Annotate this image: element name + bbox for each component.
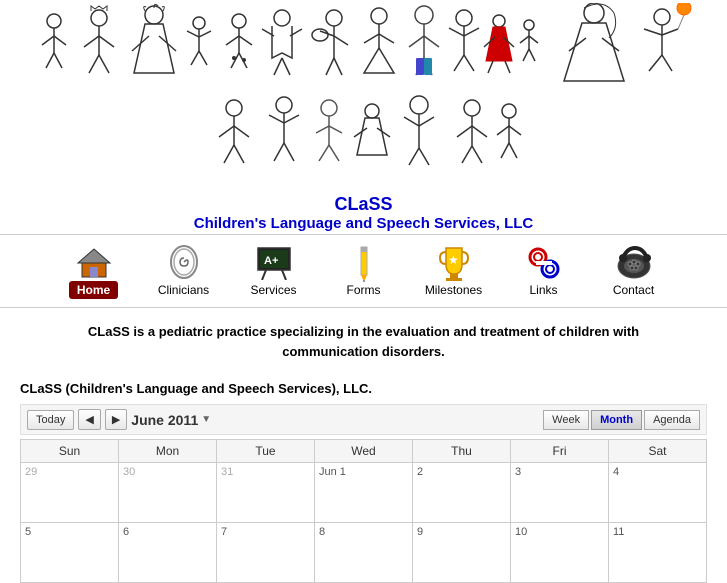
agenda-view-button[interactable]: Agenda: [644, 410, 700, 430]
week-view-button[interactable]: Week: [543, 410, 589, 430]
site-subtitle: Children's Language and Speech Services,…: [0, 215, 727, 232]
day-number: 10: [515, 526, 527, 538]
cal-left-controls: Today ◀ ▶ June 2011 ▼: [27, 409, 211, 430]
services-icon: A+: [256, 245, 292, 281]
table-cell[interactable]: 31: [217, 463, 315, 523]
nav-services-label[interactable]: Services: [250, 283, 296, 297]
cal-right-controls: Week Month Agenda: [543, 410, 700, 430]
day-number: 6: [123, 526, 129, 538]
table-cell[interactable]: 5: [21, 523, 119, 583]
figures-row1: [0, 0, 727, 90]
month-view-button[interactable]: Month: [591, 410, 642, 430]
calendar-title: CLaSS (Children's Language and Speech Se…: [20, 381, 707, 396]
figures-svg-row2: [204, 93, 524, 168]
day-number: Jun 1: [319, 466, 346, 478]
milestones-icon: ★: [436, 245, 472, 281]
site-name: CLaSS: [0, 194, 727, 215]
month-year-text: June 2011: [131, 412, 198, 428]
day-number: 31: [221, 466, 233, 478]
col-sat: Sat: [609, 440, 707, 463]
table-cell[interactable]: 2: [413, 463, 511, 523]
calendar-table: Sun Mon Tue Wed Thu Fri Sat 29 30 31 Jun…: [20, 439, 707, 583]
links-icon: [526, 245, 562, 281]
nav-item-contact[interactable]: Contact: [589, 241, 679, 301]
table-cell[interactable]: 7: [217, 523, 315, 583]
nav-home-label[interactable]: Home: [69, 283, 118, 297]
svg-text:★: ★: [448, 253, 459, 267]
table-cell[interactable]: 4: [609, 463, 707, 523]
month-dropdown-arrow[interactable]: ▼: [201, 414, 211, 425]
nav-item-forms[interactable]: Forms: [319, 241, 409, 301]
nav-item-links[interactable]: Links: [499, 241, 589, 301]
nav-forms-label[interactable]: Forms: [347, 283, 381, 297]
col-fri: Fri: [511, 440, 609, 463]
description-content: CLaSS is a pediatric practice specializi…: [88, 324, 639, 359]
table-row: 5 6 7 8 9 10 11: [21, 523, 707, 583]
svg-text:A+: A+: [264, 255, 278, 267]
nav-item-milestones[interactable]: ★ Milestones: [409, 241, 499, 301]
table-cell[interactable]: 30: [119, 463, 217, 523]
description-text: CLaSS is a pediatric practice specializi…: [0, 308, 727, 375]
table-cell[interactable]: 3: [511, 463, 609, 523]
calendar-header-row: Sun Mon Tue Wed Thu Fri Sat: [21, 440, 707, 463]
day-number: 8: [319, 526, 325, 538]
home-icon: [76, 245, 112, 281]
navigation-bar: Home Clinicians A+: [0, 234, 727, 308]
table-cell[interactable]: 29: [21, 463, 119, 523]
clinicians-icon: [166, 245, 202, 281]
calendar-section: CLaSS (Children's Language and Speech Se…: [0, 375, 727, 583]
today-button[interactable]: Today: [27, 410, 74, 430]
nav-clinicians-label[interactable]: Clinicians: [158, 283, 209, 297]
table-cell[interactable]: 9: [413, 523, 511, 583]
home-badge[interactable]: Home: [69, 281, 118, 299]
contact-icon: [613, 245, 655, 281]
day-number: 29: [25, 466, 37, 478]
col-wed: Wed: [315, 440, 413, 463]
col-mon: Mon: [119, 440, 217, 463]
table-cell[interactable]: 8: [315, 523, 413, 583]
day-number: 3: [515, 466, 521, 478]
day-number: 7: [221, 526, 227, 538]
col-tue: Tue: [217, 440, 315, 463]
table-row: 29 30 31 Jun 1 2 3 4: [21, 463, 707, 523]
col-sun: Sun: [21, 440, 119, 463]
table-cell[interactable]: 6: [119, 523, 217, 583]
calendar-controls: Today ◀ ▶ June 2011 ▼ Week Month Agenda: [20, 404, 707, 435]
day-number: 9: [417, 526, 423, 538]
table-cell[interactable]: 11: [609, 523, 707, 583]
nav-item-clinicians[interactable]: Clinicians: [139, 241, 229, 301]
figures-row2: [145, 90, 581, 170]
nav-links-label[interactable]: Links: [529, 283, 557, 297]
col-thu: Thu: [413, 440, 511, 463]
nav-item-home[interactable]: Home: [49, 241, 139, 301]
site-title-block: CLaSS Children's Language and Speech Ser…: [0, 190, 727, 234]
day-number: 30: [123, 466, 135, 478]
figures-svg-row1: [24, 3, 704, 88]
nav-milestones-label[interactable]: Milestones: [425, 283, 482, 297]
current-month-label: June 2011 ▼: [131, 412, 211, 428]
table-cell[interactable]: 10: [511, 523, 609, 583]
nav-contact-label[interactable]: Contact: [613, 283, 654, 297]
forms-icon: [354, 245, 374, 281]
prev-month-button[interactable]: ◀: [78, 409, 100, 430]
day-number: 5: [25, 526, 31, 538]
day-number: 11: [613, 526, 624, 538]
header-illustration: [0, 0, 727, 190]
nav-item-services[interactable]: A+ Services: [229, 241, 319, 301]
day-number: 2: [417, 466, 423, 478]
table-cell[interactable]: Jun 1: [315, 463, 413, 523]
next-month-button[interactable]: ▶: [105, 409, 127, 430]
day-number: 4: [613, 466, 619, 478]
